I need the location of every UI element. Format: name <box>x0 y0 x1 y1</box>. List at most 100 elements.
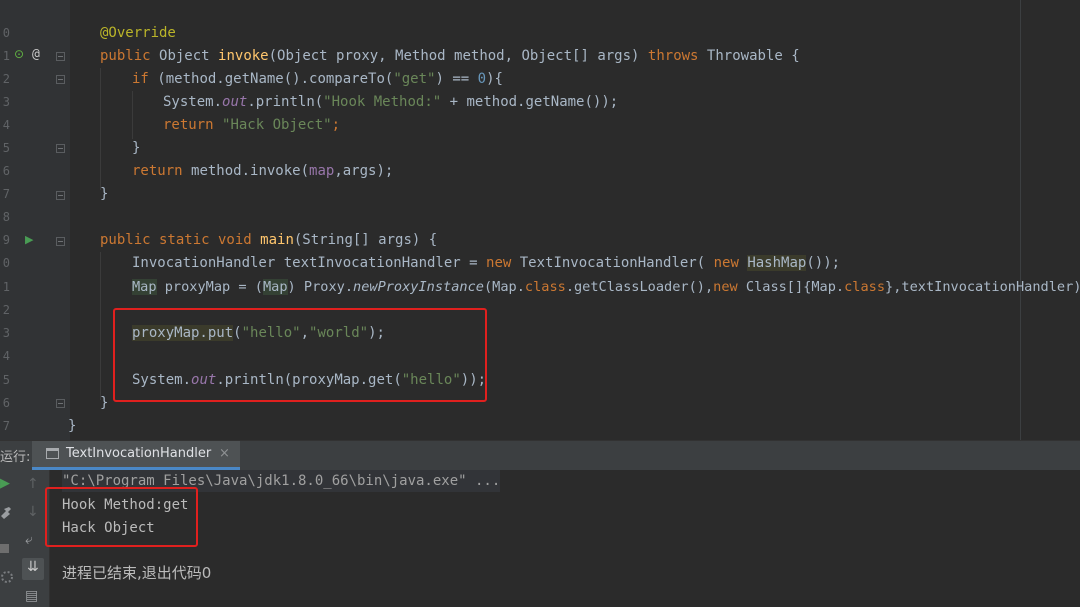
line-number: 4 <box>2 349 10 363</box>
code-token: .getClassLoader(), <box>565 279 714 295</box>
run-gutter-icon[interactable]: ▶ <box>25 233 33 246</box>
indent-guide <box>100 252 101 400</box>
keyword: class <box>844 279 886 295</box>
code-token: TextInvocationHandler( <box>519 255 714 271</box>
fold-marker[interactable] <box>56 144 65 153</box>
stop-icon[interactable] <box>0 544 9 553</box>
close-icon[interactable]: × <box>219 446 230 461</box>
line-number: 5 <box>2 373 10 387</box>
code-token: HashMap <box>747 255 807 271</box>
code-token: .println( <box>247 94 324 110</box>
down-arrow-icon[interactable]: ↓ <box>27 504 39 520</box>
up-arrow-icon[interactable]: ↑ <box>27 476 39 492</box>
print-icon[interactable]: ▤ <box>25 588 38 604</box>
run-toolbar: ▶ <box>0 470 18 607</box>
string-literal: "Hack Object" <box>222 117 332 133</box>
tab-text-invocation-handler[interactable]: TextInvocationHandler × <box>32 441 240 470</box>
line-number: 3 <box>2 95 10 109</box>
gear-icon[interactable] <box>0 570 14 584</box>
method-call: newProxyInstance <box>353 279 484 295</box>
code-token: Class[]{Map. <box>745 279 845 295</box>
line-number: 6 <box>2 396 10 410</box>
code-token: ,args); <box>334 163 394 179</box>
annotation: @Override <box>100 25 176 41</box>
line-number: 2 <box>2 72 10 86</box>
console-output[interactable]: "C:\Program Files\Java\jdk1.8.0_66\bin\j… <box>45 470 1080 607</box>
code-token: ){ <box>486 71 503 87</box>
code-line[interactable]: } <box>68 415 76 438</box>
code-editor[interactable]: 0 1 2 3 4 5 6 7 8 9 0 1 2 3 4 5 6 7 ⊙ @ … <box>0 0 1080 440</box>
code-token: },textInvocationHandler); <box>885 279 1080 295</box>
line-number: 7 <box>2 187 10 201</box>
code-line[interactable]: } <box>132 137 140 160</box>
code-token: (String[] args) { <box>293 232 438 248</box>
line-number: 5 <box>2 141 10 155</box>
keyword: public <box>100 48 160 64</box>
line-number: 2 <box>2 303 10 317</box>
scroll-to-end-icon: ⇊ <box>27 559 39 575</box>
method-name: invoke <box>218 48 269 64</box>
method-name: main <box>260 232 294 248</box>
fold-marker[interactable] <box>56 75 65 84</box>
editor-gutter <box>0 0 70 440</box>
line-number: 7 <box>2 419 10 433</box>
scroll-to-end-button[interactable]: ⇊ <box>22 558 44 580</box>
process-exit-message: 进程已结束,退出代码0 <box>62 564 212 582</box>
right-margin-guide <box>1020 0 1021 440</box>
highlight-box <box>45 487 198 547</box>
code-token: method.invoke( <box>191 163 310 179</box>
rerun-icon[interactable]: ▶ <box>0 476 10 491</box>
keyword: return <box>163 117 223 133</box>
console-icon <box>46 448 59 459</box>
line-number: 8 <box>2 210 10 224</box>
fold-marker[interactable] <box>56 52 65 61</box>
code-token: Object <box>159 48 219 64</box>
code-line[interactable]: public static void main(String[] args) { <box>100 229 437 252</box>
keyword: new <box>713 255 748 271</box>
static-field: out <box>222 94 248 110</box>
keyword: public static void <box>100 232 261 248</box>
fold-marker[interactable] <box>56 191 65 200</box>
code-line[interactable]: InvocationHandler textInvocationHandler … <box>132 252 840 275</box>
wrench-icon[interactable] <box>0 506 12 520</box>
soft-wrap-icon[interactable]: ⤶ <box>25 532 33 548</box>
string-literal: "get" <box>393 71 436 87</box>
code-line[interactable]: if (method.getName().compareTo("get") ==… <box>132 68 503 91</box>
code-line[interactable]: System.out.println("Hook Method:" + meth… <box>163 91 618 114</box>
keyword: throws <box>647 48 707 64</box>
code-line[interactable]: } <box>100 392 108 415</box>
override-icon[interactable]: ⊙ <box>14 47 24 61</box>
code-line[interactable]: return method.invoke(map,args); <box>132 160 393 183</box>
keyword: return <box>132 163 192 179</box>
line-number: 6 <box>2 164 10 178</box>
line-number: 0 <box>2 256 10 270</box>
code-line[interactable]: public Object invoke(Object proxy, Metho… <box>100 45 800 68</box>
code-token: Map <box>262 279 288 295</box>
number-literal: 0 <box>477 71 487 87</box>
keyword: if <box>132 71 158 87</box>
code-token: ) Proxy. <box>287 279 354 295</box>
code-token: Map <box>132 279 157 295</box>
code-line[interactable]: return "Hack Object"; <box>163 114 340 137</box>
code-token: ()); <box>806 255 841 271</box>
line-number: 4 <box>2 118 10 132</box>
code-line[interactable]: @Override <box>100 22 176 45</box>
line-number: 1 <box>2 280 10 294</box>
code-token: ; <box>331 117 341 133</box>
keyword: class <box>524 279 566 295</box>
code-line[interactable]: } <box>100 183 108 206</box>
line-number: 9 <box>2 233 10 247</box>
code-token: (method.getName().compareTo( <box>157 71 394 87</box>
code-line[interactable]: Map proxyMap = (Map) Proxy.newProxyInsta… <box>132 276 1080 299</box>
keyword: new <box>486 255 520 271</box>
code-token: Throwable { <box>706 48 800 64</box>
code-token: proxyMap = ( <box>156 279 263 295</box>
line-number: 0 <box>2 26 10 40</box>
fold-marker[interactable] <box>56 237 65 246</box>
fold-marker[interactable] <box>56 399 65 408</box>
tab-title: TextInvocationHandler <box>66 446 212 461</box>
line-number: 3 <box>2 326 10 340</box>
highlight-box <box>113 308 487 402</box>
code-token: + method.getName()); <box>441 94 619 110</box>
at-icon[interactable]: @ <box>32 47 40 62</box>
